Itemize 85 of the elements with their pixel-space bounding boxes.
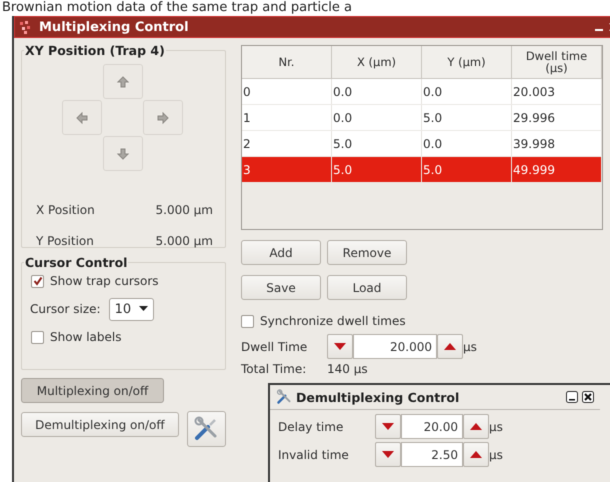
minimize-icon[interactable] bbox=[566, 391, 578, 403]
table-cell: 5.0 bbox=[332, 157, 422, 182]
decrement-button[interactable] bbox=[375, 414, 401, 439]
time-field[interactable]: 2.50 bbox=[401, 442, 463, 467]
table-cell: 0.0 bbox=[332, 105, 422, 130]
unit-label: µs bbox=[489, 420, 503, 434]
y-position-label: Y Position bbox=[36, 234, 94, 248]
left-arrow-button[interactable] bbox=[62, 100, 102, 135]
column-header[interactable]: Dwell time (µs) bbox=[512, 46, 602, 78]
down-triangle-icon bbox=[382, 451, 394, 458]
group-title: XY Position (Trap 4) bbox=[24, 43, 166, 58]
table-cell: 0.0 bbox=[422, 131, 512, 156]
left-arrow-icon bbox=[76, 112, 88, 124]
down-arrow-button[interactable] bbox=[103, 136, 143, 171]
table-cell: 20.003 bbox=[512, 79, 602, 104]
checkbox-label: Show trap cursors bbox=[50, 274, 159, 288]
background-text: Brownian motion data of the same trap and particle a bbox=[1, 0, 353, 16]
column-header[interactable]: Y (µm) bbox=[422, 46, 512, 78]
y-position-value: 5.000 µm bbox=[156, 234, 213, 248]
total-time-label: Total Time: bbox=[241, 362, 308, 376]
table-row[interactable]: 2 5.0 0.0 39.998 bbox=[242, 131, 602, 157]
down-triangle-icon bbox=[382, 423, 394, 430]
table-cell: 0.0 bbox=[332, 79, 422, 104]
table-cell: 0.0 bbox=[422, 79, 512, 104]
table-cell: 1 bbox=[242, 105, 332, 130]
table-cell: 5.0 bbox=[332, 131, 422, 156]
field-label: Invalid time bbox=[278, 448, 350, 462]
window-title: Multiplexing Control bbox=[39, 20, 190, 34]
unit-label: µs bbox=[489, 448, 503, 462]
x-position-label: X Position bbox=[36, 202, 95, 216]
remove-button[interactable]: Remove bbox=[327, 240, 407, 265]
increment-button[interactable] bbox=[463, 442, 489, 467]
x-position-value: 5.000 µm bbox=[156, 202, 213, 216]
total-time-value: 140 µs bbox=[327, 362, 368, 376]
demultiplexing-button[interactable]: Demultiplexing on/off bbox=[21, 412, 179, 437]
dropdown-arrow-icon bbox=[139, 306, 148, 312]
checkbox-label: Synchronize dwell times bbox=[260, 314, 406, 328]
decrement-button[interactable] bbox=[375, 442, 401, 467]
up-arrow-icon bbox=[117, 76, 129, 88]
group-title: Cursor Control bbox=[24, 255, 128, 270]
time-field[interactable]: 20.00 bbox=[401, 414, 463, 439]
up-triangle-icon bbox=[444, 343, 456, 350]
column-header[interactable]: Nr. bbox=[242, 46, 332, 78]
increment-button[interactable] bbox=[437, 334, 463, 359]
cursor-size-dropdown[interactable]: 10 bbox=[108, 298, 154, 320]
table-row[interactable]: 0 0.0 0.0 20.003 bbox=[242, 79, 602, 105]
table-cell: 5.0 bbox=[422, 157, 512, 182]
table-cell: 0 bbox=[242, 79, 332, 104]
up-triangle-icon bbox=[470, 451, 482, 458]
close-icon[interactable] bbox=[582, 391, 594, 403]
tools-button[interactable] bbox=[186, 411, 226, 447]
column-header[interactable]: X (µm) bbox=[332, 46, 422, 78]
table-cell: 39.998 bbox=[512, 131, 602, 156]
up-arrow-button[interactable] bbox=[103, 64, 143, 99]
multiplexing-button[interactable]: Multiplexing on/off bbox=[21, 378, 164, 403]
checkbox[interactable] bbox=[241, 314, 254, 328]
checkbox[interactable] bbox=[31, 274, 44, 288]
dwell-time-field[interactable]: 20.000 bbox=[353, 334, 437, 359]
dwell-time-label: Dwell Time bbox=[241, 340, 308, 354]
table-cell: 2 bbox=[242, 131, 332, 156]
save-button[interactable]: Save bbox=[241, 275, 321, 300]
unit-label: µs bbox=[463, 340, 477, 354]
field-label: Delay time bbox=[278, 420, 344, 434]
down-triangle-icon bbox=[334, 343, 346, 350]
right-arrow-button[interactable] bbox=[143, 100, 183, 135]
cursor-size-label: Cursor size: bbox=[30, 302, 101, 316]
decrement-button[interactable] bbox=[327, 334, 353, 359]
table-row[interactable]: 1 0.0 5.0 29.996 bbox=[242, 105, 602, 131]
right-arrow-icon bbox=[157, 112, 169, 124]
wrench-screwdriver-icon bbox=[276, 389, 292, 405]
window-title: Demultiplexing Control bbox=[296, 390, 460, 404]
table-cell: 5.0 bbox=[422, 105, 512, 130]
increment-button[interactable] bbox=[463, 414, 489, 439]
table-cell: 49.999 bbox=[512, 157, 602, 182]
table-cell: 3 bbox=[242, 157, 332, 182]
down-arrow-icon bbox=[117, 148, 129, 160]
wrench-screwdriver-icon bbox=[193, 416, 220, 442]
table-row[interactable]: 3 5.0 5.0 49.999 bbox=[242, 157, 602, 183]
up-triangle-icon bbox=[470, 423, 482, 430]
checkbox[interactable] bbox=[31, 330, 44, 344]
table-cell: 29.996 bbox=[512, 105, 602, 130]
checkbox-label: Show labels bbox=[50, 330, 122, 344]
add-button[interactable]: Add bbox=[241, 240, 321, 265]
app-icon bbox=[19, 20, 33, 34]
load-button[interactable]: Load bbox=[327, 275, 407, 300]
